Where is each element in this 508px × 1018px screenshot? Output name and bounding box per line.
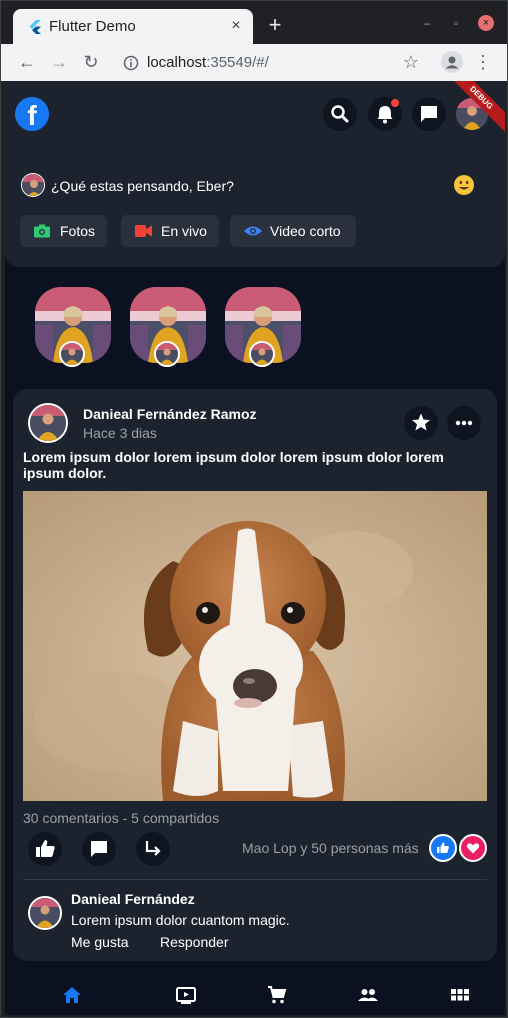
short-video-label: Video corto <box>270 223 341 239</box>
chat-icon <box>421 106 437 122</box>
story-item[interactable] <box>225 287 301 367</box>
post-author-name[interactable]: Danieal Fernández Ramoz <box>83 406 257 422</box>
composer-avatar <box>21 173 45 197</box>
facebook-logo[interactable]: f <box>15 97 49 131</box>
info-icon[interactable] <box>123 55 139 71</box>
camera-icon <box>34 224 50 238</box>
photos-label: Fotos <box>60 223 96 239</box>
new-tab-button[interactable]: + <box>265 14 285 36</box>
app-view: f DEBUG ¿Qué estas pensando, Eber? Fotos… <box>5 81 505 1015</box>
puppy-photo <box>23 491 487 801</box>
heart-icon <box>466 843 480 854</box>
comment-author-avatar[interactable] <box>28 896 62 930</box>
like-reaction-badge <box>429 834 457 862</box>
like-reaction-icon <box>437 842 449 853</box>
post-author-avatar[interactable] <box>28 403 68 443</box>
back-icon[interactable]: ← <box>17 52 37 72</box>
home-icon[interactable] <box>61 984 83 1006</box>
post-options-button[interactable] <box>447 406 481 440</box>
photos-button[interactable]: Fotos <box>20 215 107 247</box>
bottom-navigation <box>5 974 505 1015</box>
post-timestamp: Hace 3 dias <box>83 425 157 441</box>
notification-dot <box>391 99 399 107</box>
window-close-icon[interactable]: × <box>478 15 494 31</box>
post-divider <box>23 879 487 880</box>
menu-kebab-icon[interactable]: ⋮ <box>473 52 493 72</box>
post-card: Danieal Fernández Ramoz Hace 3 dias Lore… <box>13 389 497 961</box>
flutter-icon <box>29 20 41 34</box>
url-text: localhost:35549/#/ <box>147 54 269 71</box>
share-arrow-icon <box>145 841 161 856</box>
short-video-button[interactable]: Video corto <box>230 215 356 247</box>
love-reaction-badge <box>459 834 487 862</box>
story-avatar <box>154 341 180 367</box>
comment-author-name[interactable]: Danieal Fernández <box>71 891 195 907</box>
tab-title: Flutter Demo <box>49 18 136 35</box>
browser-toolbar: ← → ↻ localhost:35549/#/ ☆ ⋮ <box>1 44 507 81</box>
story-item[interactable] <box>35 287 111 367</box>
post-stats[interactable]: 30 comentarios - 5 compartidos <box>23 810 219 826</box>
messages-button[interactable] <box>412 97 446 131</box>
tab-strip: Flutter Demo × + – ▫ × <box>1 1 507 44</box>
search-icon <box>331 105 349 123</box>
video-camera-icon <box>135 225 152 237</box>
live-button[interactable]: En vivo <box>121 215 219 247</box>
story-avatar <box>59 341 85 367</box>
star-icon <box>412 413 430 431</box>
likers-text[interactable]: Mao Lop y 50 personas más <box>242 840 419 856</box>
browser-window: Flutter Demo × + – ▫ × ← → ↻ localhost:3… <box>0 0 508 1018</box>
account-icon[interactable] <box>441 51 463 73</box>
cart-icon[interactable] <box>266 984 288 1006</box>
comment-button[interactable] <box>82 832 116 866</box>
comment-icon <box>91 841 107 857</box>
composer-prompt[interactable]: ¿Qué estas pensando, Eber? <box>51 178 234 194</box>
comment-reply-link[interactable]: Responder <box>160 934 229 950</box>
url-host: localhost <box>147 54 207 71</box>
grid-menu-icon[interactable] <box>449 984 471 1006</box>
comment-like-link[interactable]: Me gusta <box>71 934 129 950</box>
like-button[interactable] <box>28 832 62 866</box>
reload-icon[interactable]: ↻ <box>81 52 101 72</box>
video-icon[interactable] <box>175 984 197 1006</box>
share-button[interactable] <box>136 832 170 866</box>
top-panel: f DEBUG ¿Qué estas pensando, Eber? Fotos… <box>5 81 505 267</box>
browser-tab[interactable]: Flutter Demo × <box>13 9 253 44</box>
smiley-icon[interactable] <box>453 174 475 196</box>
comment-text: Lorem ipsum dolor cuantom magic. <box>71 912 290 928</box>
restore-icon[interactable]: ▫ <box>448 15 464 31</box>
live-label: En vivo <box>161 223 207 239</box>
favorite-button[interactable] <box>404 406 438 440</box>
post-text: Lorem ipsum dolor lorem ipsum dolor lore… <box>23 449 444 481</box>
tab-close-icon[interactable]: × <box>227 17 245 35</box>
forward-icon[interactable]: → <box>49 52 69 72</box>
address-bar[interactable]: localhost:35549/#/ <box>113 48 433 78</box>
story-item[interactable] <box>130 287 206 367</box>
post-image[interactable] <box>23 491 487 801</box>
minimize-icon[interactable]: – <box>419 15 435 31</box>
url-path: :35549/#/ <box>206 54 269 71</box>
eye-icon <box>244 226 262 236</box>
search-button[interactable] <box>323 97 357 131</box>
people-icon[interactable] <box>357 984 379 1006</box>
more-horizontal-icon <box>455 420 473 426</box>
bookmark-star-icon[interactable]: ☆ <box>401 52 421 72</box>
thumbs-up-icon <box>36 840 55 857</box>
story-avatar <box>249 341 275 367</box>
